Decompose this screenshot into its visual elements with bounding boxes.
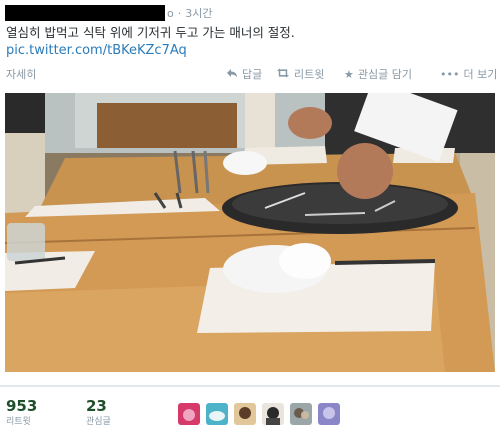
tweet-actions: 자세히 답글 리트윗 ★ 관심글 담기 ••• 더 보기	[0, 62, 500, 84]
reply-icon	[226, 68, 238, 81]
tweet-timestamp[interactable]: 3시간	[185, 5, 212, 21]
retweet-count-value: 953	[6, 397, 38, 415]
reply-button[interactable]: 답글	[226, 66, 262, 82]
retweet-count-label: 리트윗	[6, 417, 31, 427]
tweet-photo[interactable]	[5, 93, 495, 372]
more-button[interactable]: ••• 더 보기	[440, 66, 497, 82]
star-icon: ★	[344, 67, 354, 81]
avatar[interactable]	[234, 403, 256, 425]
favorite-label: 관심글 담기	[357, 68, 412, 81]
tweet-photo-link[interactable]: pic.twitter.com/tBKeKZc7Aq	[6, 42, 187, 59]
favorite-button[interactable]: ★ 관심글 담기	[344, 66, 412, 82]
avatar[interactable]	[290, 403, 312, 425]
avatar[interactable]	[262, 403, 284, 425]
favorite-count-label: 관심글	[86, 417, 111, 427]
favorited-by-avatars	[178, 403, 346, 425]
separator-dot: ·	[177, 6, 182, 20]
tweet-card: o · 3시간 열심히 밥먹고 식탁 위에 기저귀 두고 가는 매너의 절정. …	[0, 0, 500, 441]
tweet-header: o · 3시간	[5, 4, 212, 22]
redacted-username	[5, 5, 165, 21]
retweet-icon	[276, 68, 290, 81]
avatar[interactable]	[318, 403, 340, 425]
avatar[interactable]	[206, 403, 228, 425]
retweet-label: 리트윗	[294, 68, 325, 81]
retweet-count[interactable]: 953 리트윗	[6, 397, 37, 429]
details-link[interactable]: 자세히	[6, 66, 36, 82]
tweet-stats: 953 리트윗 23 관심글	[0, 386, 500, 436]
tweet-text: 열심히 밥먹고 식탁 위에 기저귀 두고 가는 매너의 절정.	[6, 25, 295, 40]
restaurant-table-photo	[5, 93, 495, 372]
more-dots-icon: •••	[440, 67, 460, 81]
more-label: 더 보기	[463, 68, 498, 81]
favorite-count[interactable]: 23 관심글	[86, 397, 111, 429]
username-tail[interactable]: o	[167, 7, 174, 20]
reply-label: 답글	[242, 68, 263, 81]
avatar[interactable]	[178, 403, 200, 425]
favorite-count-value: 23	[86, 397, 107, 415]
retweet-button[interactable]: 리트윗	[276, 66, 324, 82]
